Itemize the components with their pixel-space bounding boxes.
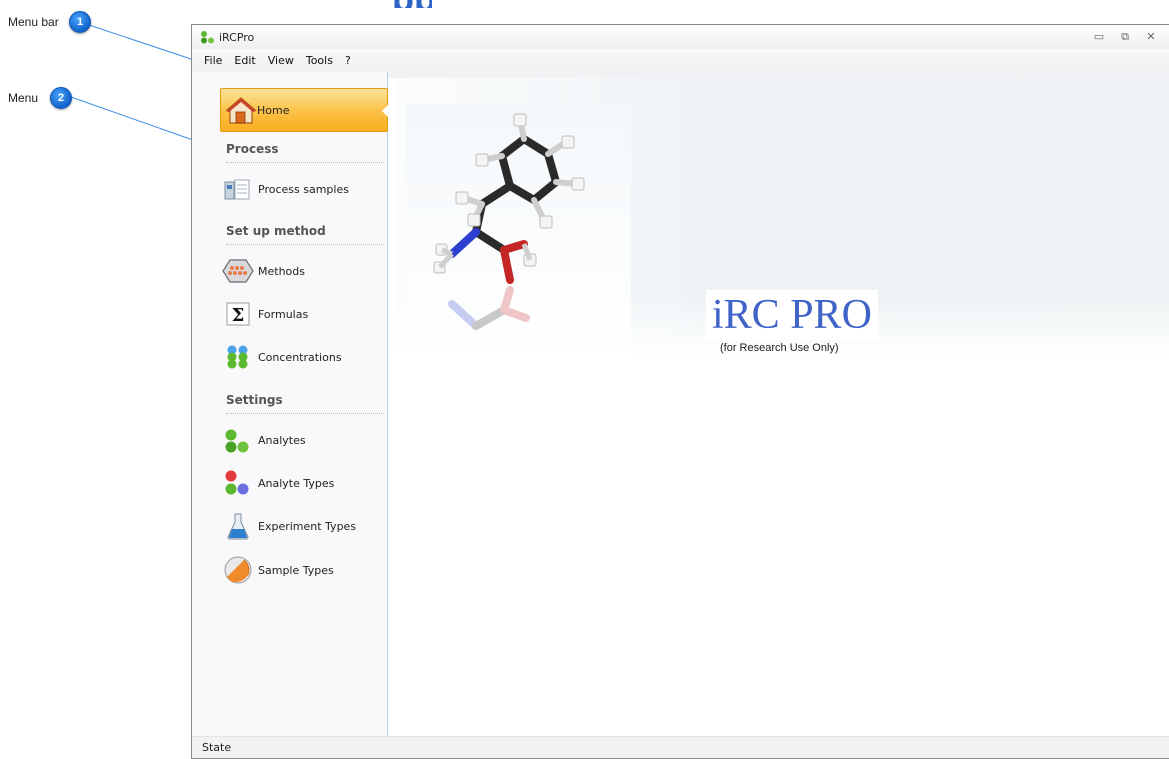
section-heading-process: Process: [226, 142, 384, 163]
sigma-icon: Σ: [222, 299, 254, 329]
menu-file[interactable]: File: [198, 54, 228, 67]
callout-badge-2: 2: [50, 87, 72, 109]
process-samples-icon: [222, 174, 254, 204]
main-content: iRC PRO (for Research Use Only): [388, 72, 1169, 736]
app-logo-icon: [201, 31, 214, 44]
methods-icon: [222, 256, 254, 286]
restore-icon[interactable]: ⧉: [1119, 30, 1131, 44]
sidebar-item-home-label: Home: [257, 103, 290, 117]
sidebar-item-formulas-label: Formulas: [258, 307, 309, 321]
product-name: iRC PRO: [706, 290, 878, 340]
sidebar-item-methods-label: Methods: [258, 264, 305, 278]
window-title: iRCPro: [219, 30, 255, 44]
menu-help[interactable]: ?: [339, 54, 357, 67]
window-controls: ▭ ⧉ ✕: [1093, 30, 1169, 44]
analyte-types-icon: [222, 468, 254, 498]
section-heading-set-up-method: Set up method: [226, 224, 384, 245]
sidebar-menu: Home Process Process samples Set up meth…: [192, 72, 388, 736]
sidebar-item-concentrations-label: Concentrations: [258, 350, 342, 364]
sidebar-item-analytes-label: Analytes: [258, 433, 306, 447]
sidebar-item-formulas[interactable]: Σ Formulas: [222, 299, 308, 329]
title-bar: iRCPro ▭ ⧉ ✕: [192, 25, 1169, 49]
sidebar-item-methods[interactable]: Methods: [222, 256, 305, 286]
sample-types-icon: [222, 555, 254, 585]
section-heading-settings: Settings: [226, 393, 384, 414]
sidebar-item-analyte-types[interactable]: Analyte Types: [222, 468, 334, 498]
callout-badge-1: 1: [69, 11, 91, 33]
menu-view[interactable]: View: [262, 54, 300, 67]
sidebar-item-sample-types-label: Sample Types: [258, 563, 334, 577]
sidebar-item-process-samples[interactable]: Process samples: [222, 174, 349, 204]
status-bar: State: [192, 736, 1169, 758]
sidebar-item-analytes[interactable]: Analytes: [222, 425, 306, 455]
molecule-illustration: [406, 104, 631, 359]
callout-label-menu: Menu: [8, 91, 39, 105]
sidebar-item-experiment-types-label: Experiment Types: [258, 519, 357, 533]
page-heading-fragment: pp: [392, 0, 432, 8]
close-icon[interactable]: ✕: [1145, 30, 1157, 44]
analytes-icon: [222, 425, 254, 455]
status-text: State: [202, 741, 232, 754]
concentrations-icon: [222, 342, 254, 372]
callout-label-menu-bar: Menu bar: [8, 15, 59, 29]
sidebar-item-concentrations[interactable]: Concentrations: [222, 342, 342, 372]
house-icon: [225, 97, 257, 124]
menu-bar: File Edit View Tools ?: [192, 49, 1169, 72]
app-window: iRCPro ▭ ⧉ ✕ File Edit View Tools ? Home: [191, 24, 1169, 759]
minimize-icon[interactable]: ▭: [1093, 30, 1105, 44]
svg-text:Σ: Σ: [232, 305, 245, 326]
flask-icon: [222, 511, 254, 541]
sidebar-item-home[interactable]: Home: [220, 88, 388, 132]
sidebar-item-analyte-types-label: Analyte Types: [258, 476, 335, 490]
product-subtitle: (for Research Use Only): [720, 342, 839, 354]
sidebar-item-sample-types[interactable]: Sample Types: [222, 555, 334, 585]
sidebar-item-process-samples-label: Process samples: [258, 182, 349, 196]
menu-edit[interactable]: Edit: [228, 54, 261, 67]
menu-tools[interactable]: Tools: [300, 54, 339, 67]
sidebar-item-experiment-types[interactable]: Experiment Types: [222, 511, 356, 541]
